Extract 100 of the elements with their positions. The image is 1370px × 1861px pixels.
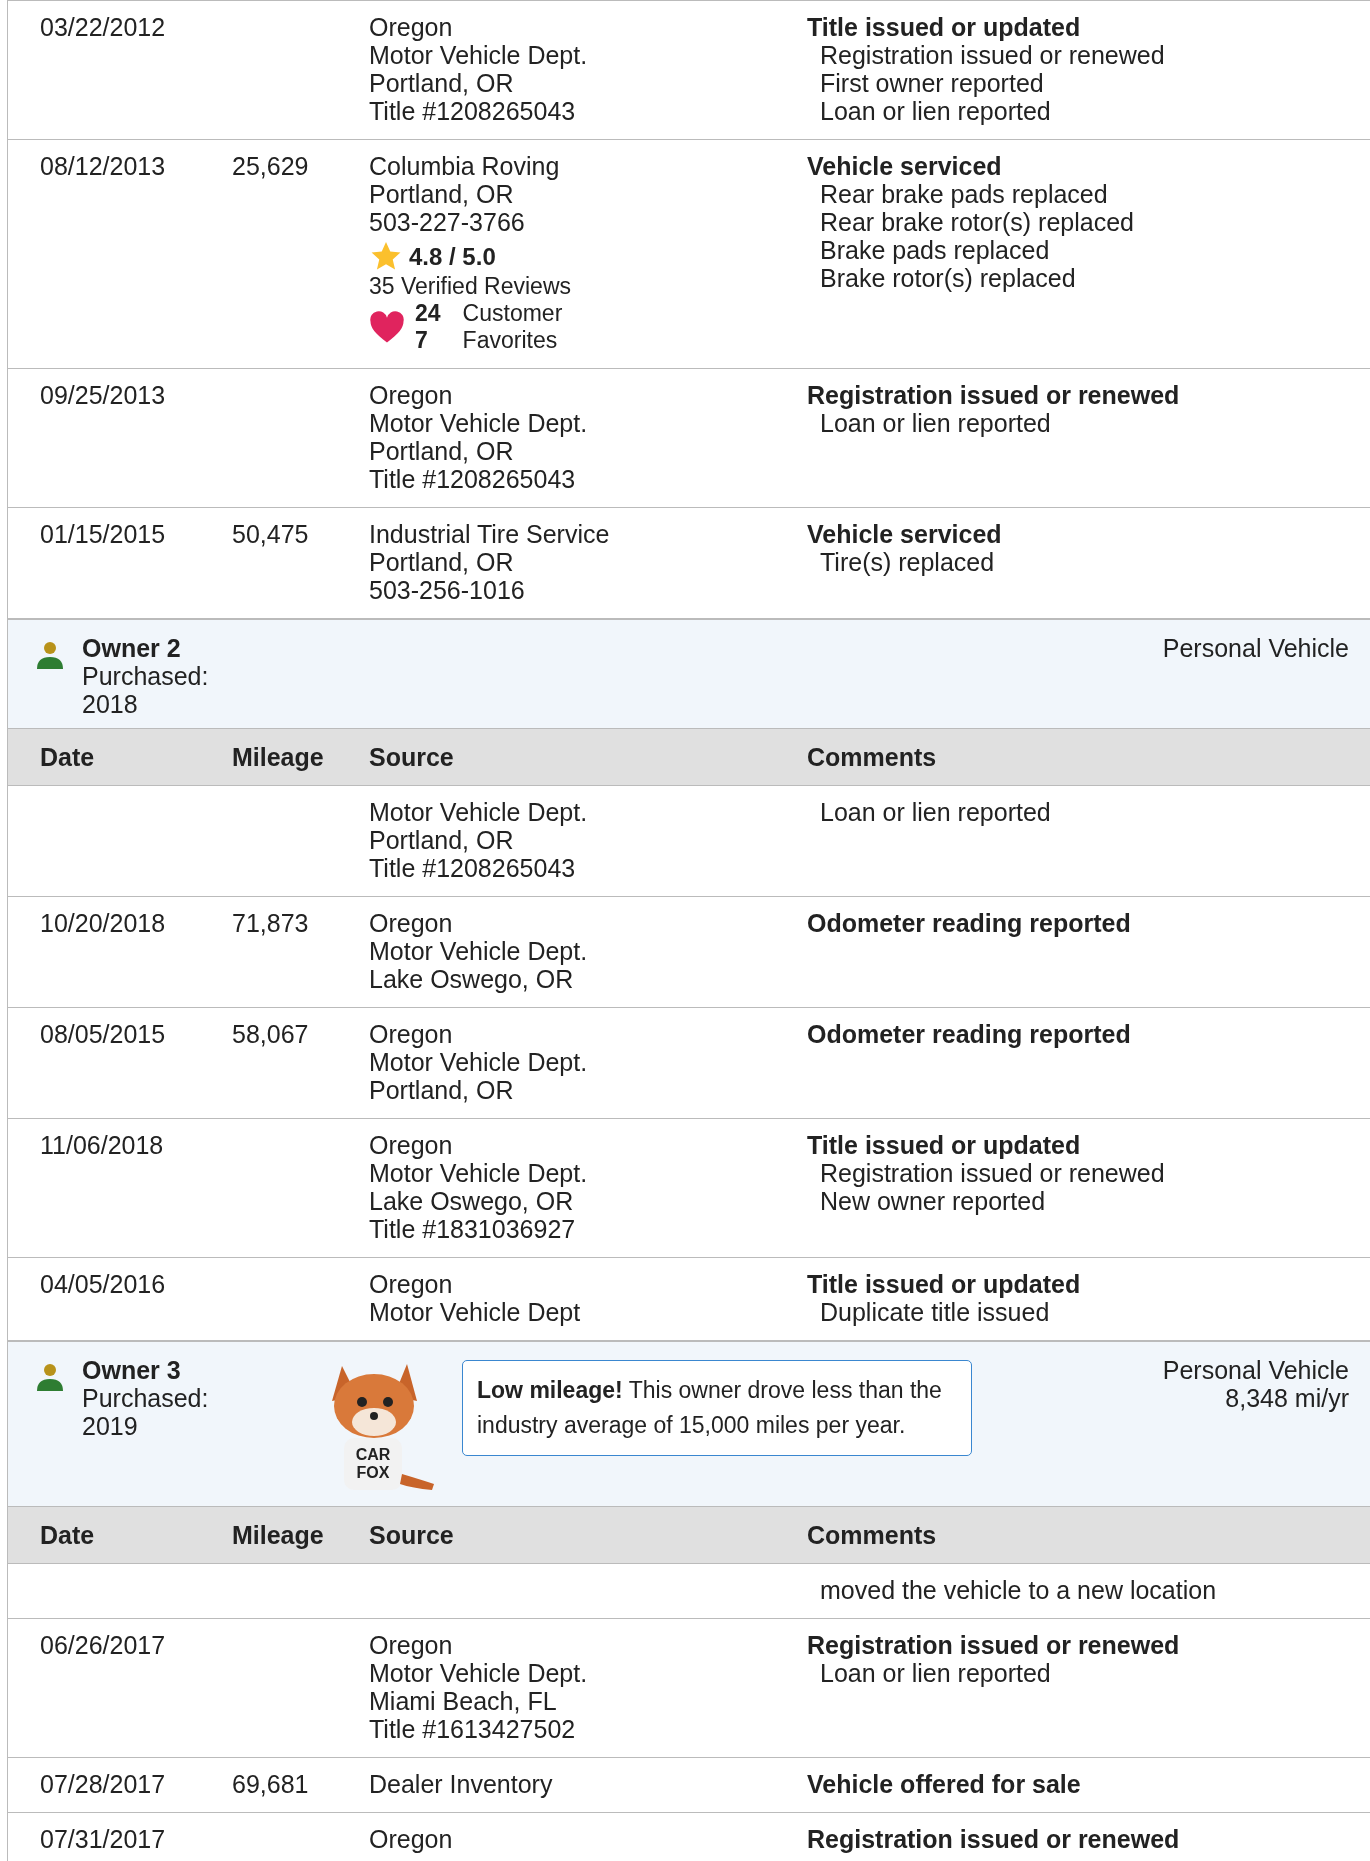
comment-title: Vehicle offered for sale — [807, 1770, 1081, 1798]
column-header: Comments — [807, 743, 937, 771]
comment-detail: New owner reported — [819, 1187, 1046, 1215]
date-text: 07/31/2017 — [40, 1825, 166, 1853]
comment-detail: Registration issued or renewed — [819, 41, 1165, 69]
purchased-text: Purchased: — [82, 662, 209, 690]
mileage-text: 71,873 — [232, 909, 309, 937]
column-header: Comments — [807, 1521, 937, 1549]
column-header: Mileage — [232, 743, 324, 771]
usage-text: Personal Vehicle — [1162, 634, 1349, 662]
review-count: 35 Verified Reviews — [369, 273, 571, 300]
column-header: Date — [40, 743, 95, 771]
comment-detail: Loan or lien reported — [819, 798, 1051, 826]
source-text: Motor Vehicle Dept. — [369, 798, 588, 826]
column-header: Source — [369, 1521, 454, 1549]
date-text: 04/05/2016 — [40, 1270, 166, 1298]
comment-detail: Duplicate title issued — [819, 1298, 1050, 1326]
comment-detail: Brake pads replaced — [819, 236, 1050, 264]
source-text: Title #1208265043 — [369, 97, 576, 125]
person-icon — [36, 640, 64, 670]
comment-detail: Brake rotor(s) replaced — [819, 264, 1076, 292]
source-text: Motor Vehicle Dept. — [369, 409, 588, 437]
date-text: 06/26/2017 — [40, 1631, 166, 1659]
source-text: Oregon — [369, 1631, 453, 1659]
source-text: Motor Vehicle Dept. — [369, 1659, 588, 1687]
source-text: Motor Vehicle Dept — [369, 1298, 581, 1326]
rating-score: 4.8 / 5.0 — [409, 242, 496, 271]
mileage-text: 50,475 — [232, 520, 309, 548]
favorites-label: Customer — [462, 300, 563, 327]
source-text: Portland, OR — [369, 437, 514, 465]
comment-detail: Loan or lien reported — [819, 1659, 1051, 1687]
comment-detail: First owner reported — [819, 69, 1044, 97]
purchased-text: 2019 — [82, 1412, 138, 1440]
source-text: Oregon — [369, 381, 453, 409]
usage-text: 8,348 mi/yr — [1225, 1384, 1349, 1412]
person-icon — [36, 1362, 64, 1392]
comment-title: Title issued or updated — [807, 13, 1081, 41]
comment-detail: Rear brake pads replaced — [819, 180, 1108, 208]
comment-detail: Rear brake rotor(s) replaced — [819, 208, 1134, 236]
source-text: Oregon — [369, 1131, 453, 1159]
source-text: Industrial Tire Service — [369, 520, 610, 548]
source-text: Oregon — [369, 1825, 453, 1853]
source-text: Lake Oswego, OR — [369, 965, 574, 993]
date-text: 10/20/2018 — [40, 909, 166, 937]
low-mileage-callout: Low mileage! This owner drove less than the industry average of 15,000 miles per year. — [462, 1360, 972, 1456]
owner-title: Owner 3 — [82, 1356, 181, 1384]
source-text: 503-227-3766 — [369, 208, 525, 236]
column-header: Source — [369, 743, 454, 771]
source-text: Portland, OR — [369, 1076, 514, 1104]
source-text: Portland, OR — [369, 548, 514, 576]
owner-title: Owner 2 — [82, 634, 181, 662]
shirt-text: CAR — [355, 1446, 391, 1463]
date-text: 07/28/2017 — [40, 1770, 166, 1798]
comment-title: Title issued or updated — [807, 1270, 1081, 1298]
usage-text: Personal Vehicle — [1162, 1356, 1349, 1384]
date-text: 11/06/2018 — [40, 1131, 164, 1159]
source-text: Title #1613427502 — [369, 1715, 576, 1743]
comment-detail: Loan or lien reported — [819, 409, 1051, 437]
source-text: Dealer Inventory — [369, 1770, 553, 1798]
comment-title: Odometer reading reported — [807, 909, 1131, 937]
comment-detail: Tire(s) replaced — [819, 548, 995, 576]
source-text: Columbia Roving — [369, 152, 560, 180]
shirt-text: FOX — [356, 1464, 390, 1481]
comment-title: Odometer reading reported — [807, 1020, 1131, 1048]
mileage-text: 69,681 — [232, 1770, 309, 1798]
comment-title: Registration issued or renewed — [807, 1825, 1180, 1853]
source-text: Motor Vehicle Dept. — [369, 1159, 588, 1187]
source-text: Portland, OR — [369, 180, 514, 208]
comment-title: Registration issued or renewed — [807, 1631, 1180, 1659]
comment-title: Registration issued or renewed — [807, 381, 1180, 409]
date-text: 01/15/2015 — [40, 520, 166, 548]
source-text: Motor Vehicle Dept. — [369, 937, 588, 965]
source-text: Portland, OR — [369, 69, 514, 97]
source-text: 503-256-1016 — [369, 576, 525, 604]
favorite-count: 24 — [415, 300, 441, 327]
source-text: Miami Beach, FL — [369, 1687, 557, 1715]
mileage-text: 58,067 — [232, 1020, 309, 1048]
comment-detail: moved the vehicle to a new location — [819, 1576, 1217, 1604]
heart-icon — [369, 310, 405, 344]
favorite-count: 7 — [415, 327, 428, 354]
date-text: 03/22/2012 — [40, 13, 166, 41]
source-text: Motor Vehicle Dept. — [369, 41, 588, 69]
date-text: 09/25/2013 — [40, 381, 166, 409]
date-text: 08/05/2015 — [40, 1020, 166, 1048]
mileage-text: 25,629 — [232, 152, 309, 180]
source-text: Oregon — [369, 1020, 453, 1048]
column-header: Date — [40, 1521, 95, 1549]
column-header: Mileage — [232, 1521, 324, 1549]
comment-title: Title issued or updated — [807, 1131, 1081, 1159]
source-text: Title #1831036927 — [369, 1215, 576, 1243]
source-text: Title #1208265043 — [369, 465, 576, 493]
comment-title: Vehicle serviced — [807, 520, 1002, 548]
source-text: Portland, OR — [369, 826, 514, 854]
source-text: Title #1208265043 — [369, 854, 576, 882]
source-text: Lake Oswego, OR — [369, 1187, 574, 1215]
source-text: Oregon — [369, 13, 453, 41]
favorites-label: Favorites — [462, 327, 558, 354]
source-text: Motor Vehicle Dept. — [369, 1048, 588, 1076]
source-text: Oregon — [369, 1270, 453, 1298]
date-text: 08/12/2013 — [40, 152, 166, 180]
